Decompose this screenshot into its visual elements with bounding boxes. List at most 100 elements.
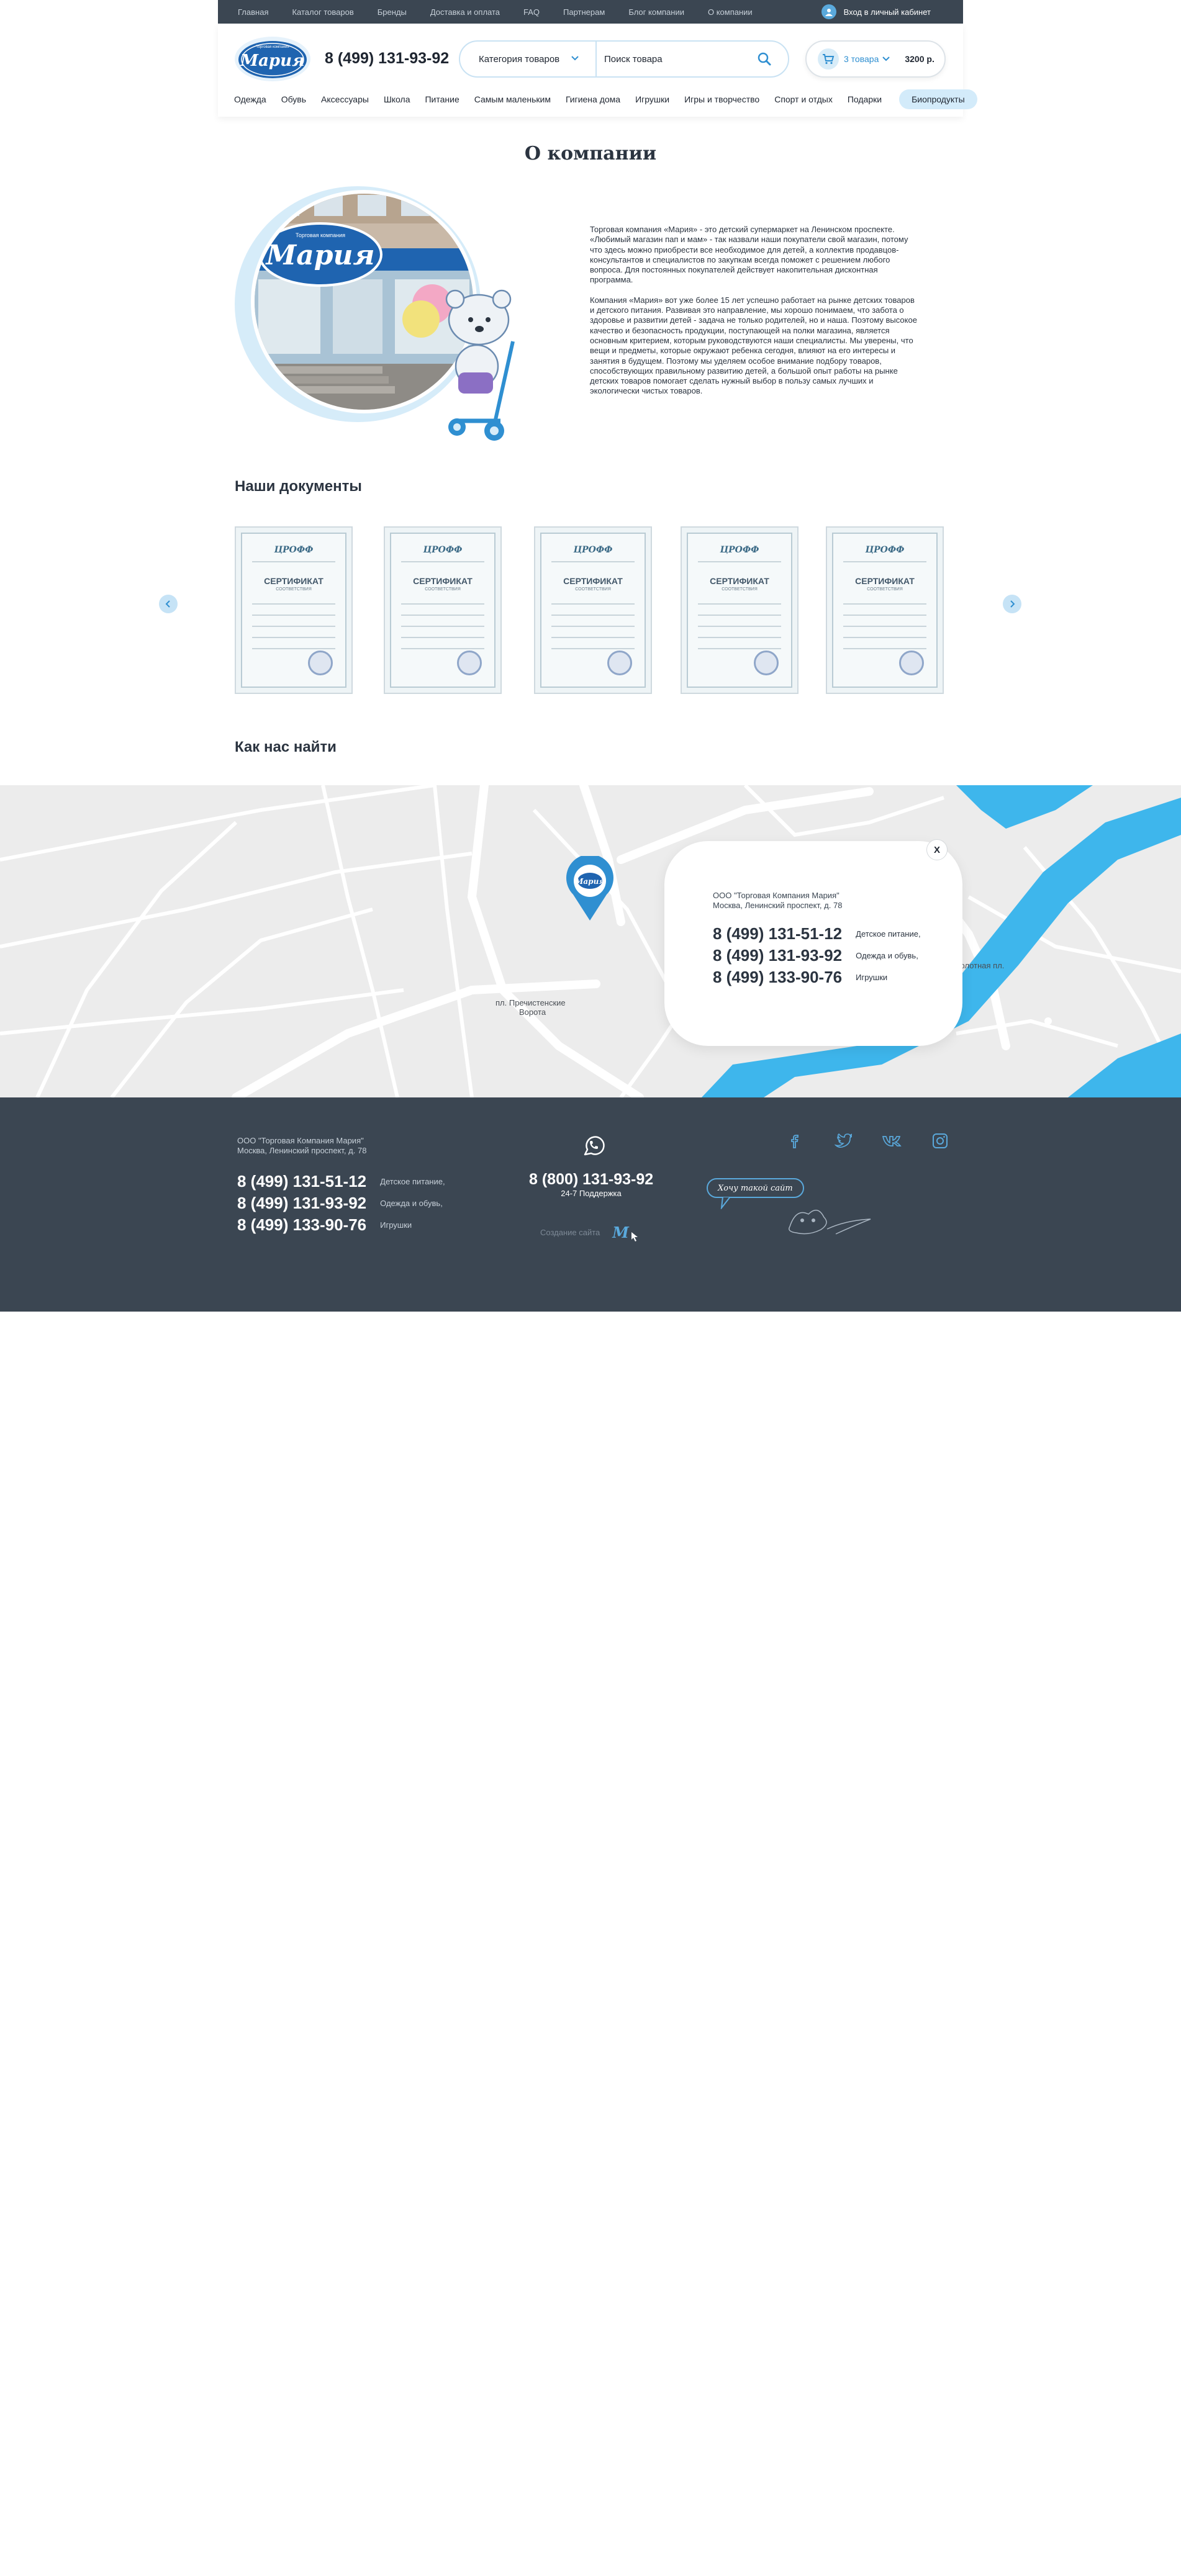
category-hygiene[interactable]: Гигиена дома bbox=[566, 94, 620, 104]
login-link[interactable]: Вход в личный кабинет bbox=[821, 0, 931, 24]
certificate-card[interactable]: ЦРОФФ СЕРТИФИКАТ СООТВЕТСТВИЯ bbox=[235, 526, 353, 694]
search-box: Категория товаров bbox=[459, 40, 789, 78]
twitter-icon[interactable] bbox=[832, 1130, 854, 1152]
certificate-title: СЕРТИФИКАТ bbox=[413, 576, 473, 586]
map-marker-icon[interactable]: Мария bbox=[564, 856, 615, 922]
card-company-name: ООО "Торговая Компания Мария" bbox=[713, 891, 839, 900]
chevron-down-icon bbox=[571, 56, 579, 61]
certificate-card[interactable]: ЦРОФФ СЕРТИФИКАТ СООТВЕТСТВИЯ bbox=[826, 526, 944, 694]
want-site-bubble[interactable]: Хочу такой сайт bbox=[707, 1178, 804, 1198]
category-babies[interactable]: Самым маленьким bbox=[474, 94, 551, 104]
card-phone-number[interactable]: 8 (499) 131-93-92 bbox=[713, 946, 842, 965]
cart-button[interactable]: 3 товара 3200 р. bbox=[805, 40, 946, 78]
find-us-title: Как нас найти bbox=[235, 739, 337, 755]
certificate-org: ЦРОФФ bbox=[573, 545, 613, 555]
category-sport[interactable]: Спорт и отдых bbox=[774, 94, 833, 104]
certificate-rule bbox=[698, 561, 781, 562]
support-phone-icon bbox=[584, 1136, 605, 1156]
svg-text:Мария: Мария bbox=[265, 240, 375, 271]
top-nav-partners[interactable]: Партнерам bbox=[563, 7, 605, 17]
close-card-button[interactable]: X bbox=[926, 839, 948, 860]
map[interactable]: Мария пл. Пречистенские Ворота Болотная … bbox=[0, 785, 1181, 1097]
certificate-rule bbox=[551, 637, 635, 638]
header-phone[interactable]: 8 (499) 131-93-92 bbox=[325, 50, 449, 68]
certificate-seal bbox=[754, 651, 779, 675]
certificate-rule bbox=[252, 603, 335, 605]
footer: ООО "Торговая Компания Мария" Москва, Ле… bbox=[0, 1097, 1181, 1312]
certificate-seal bbox=[308, 651, 333, 675]
category-gifts[interactable]: Подарки bbox=[848, 94, 882, 104]
footer-phone-number[interactable]: 8 (499) 131-51-12 bbox=[237, 1172, 366, 1191]
made-by[interactable]: Создание сайта M bbox=[540, 1222, 639, 1242]
category-shoes[interactable]: Обувь bbox=[281, 94, 306, 104]
footer-phone-number[interactable]: 8 (499) 131-93-92 bbox=[237, 1194, 366, 1213]
search-icon[interactable] bbox=[757, 52, 772, 66]
certificate-rule bbox=[698, 637, 781, 638]
documents-title: Наши документы bbox=[235, 478, 362, 495]
category-games[interactable]: Игры и творчество bbox=[684, 94, 759, 104]
instagram-icon[interactable] bbox=[929, 1130, 951, 1152]
certificate-rule bbox=[401, 648, 484, 649]
certificate-subtitle: СООТВЕТСТВИЯ bbox=[722, 587, 758, 592]
certificate-card[interactable]: ЦРОФФ СЕРТИФИКАТ СООТВЕТСТВИЯ bbox=[681, 526, 799, 694]
slider-prev-button[interactable] bbox=[159, 595, 178, 613]
certificate-rule bbox=[252, 615, 335, 616]
certificate-seal bbox=[607, 651, 632, 675]
support-phone[interactable]: 8 (800) 131-93-92 bbox=[529, 1171, 653, 1189]
category-clothes[interactable]: Одежда bbox=[234, 94, 266, 104]
card-phone-desc: Одежда и обувь, bbox=[856, 951, 918, 960]
certificate-seal bbox=[457, 651, 482, 675]
footer-phone-row: 8 (499) 133-90-76 Игрушки bbox=[237, 1215, 445, 1235]
footer-phone-row: 8 (499) 131-51-12 Детское питание, bbox=[237, 1172, 445, 1191]
top-nav-brands[interactable]: Бренды bbox=[378, 7, 407, 17]
vk-icon[interactable] bbox=[880, 1130, 903, 1152]
about-paragraph: Компания «Мария» вот уже более 15 лет ус… bbox=[590, 295, 917, 396]
footer-phone-number[interactable]: 8 (499) 133-90-76 bbox=[237, 1215, 366, 1235]
category-food[interactable]: Питание bbox=[425, 94, 459, 104]
cursor-icon bbox=[631, 1232, 638, 1241]
card-phone-desc: Игрушки bbox=[856, 973, 888, 982]
certificate-card[interactable]: ЦРОФФ СЕРТИФИКАТ СООТВЕТСТВИЯ bbox=[534, 526, 652, 694]
category-select[interactable]: Категория товаров bbox=[460, 42, 597, 76]
top-nav-home[interactable]: Главная bbox=[238, 7, 268, 17]
footer-contacts: ООО "Торговая Компания Мария" Москва, Ле… bbox=[237, 1136, 445, 1235]
facebook-icon[interactable] bbox=[784, 1130, 806, 1152]
address-card: ООО "Торговая Компания Мария" Москва, Ле… bbox=[664, 841, 962, 1046]
page-title: О компании bbox=[524, 143, 657, 164]
certificate-org: ЦРОФФ bbox=[423, 545, 463, 555]
certificate-rule bbox=[843, 637, 926, 638]
card-phone-number[interactable]: 8 (499) 133-90-76 bbox=[713, 968, 842, 987]
card-address: Москва, Ленинский проспект, д. 78 bbox=[713, 901, 843, 910]
category-accessories[interactable]: Аксессуары bbox=[321, 94, 369, 104]
top-nav-blog[interactable]: Блог компании bbox=[628, 7, 684, 17]
certificate-rule bbox=[252, 648, 335, 649]
top-nav-faq[interactable]: FAQ bbox=[523, 7, 540, 17]
category-select-label: Категория товаров bbox=[479, 53, 560, 65]
certificate-card[interactable]: ЦРОФФ СЕРТИФИКАТ СООТВЕТСТВИЯ bbox=[384, 526, 502, 694]
certificate-frame: ЦРОФФ СЕРТИФИКАТ СООТВЕТСТВИЯ bbox=[832, 533, 938, 688]
top-nav-catalog[interactable]: Каталог товаров bbox=[292, 7, 353, 17]
footer-phone-desc: Одежда и обувь, bbox=[380, 1199, 443, 1208]
slider-next-button[interactable] bbox=[1003, 595, 1021, 613]
top-nav-delivery[interactable]: Доставка и оплата bbox=[430, 7, 500, 17]
category-toys[interactable]: Игрушки bbox=[635, 94, 669, 104]
category-bio[interactable]: Биопродукты bbox=[899, 89, 977, 109]
category-nav: Одежда Обувь Аксессуары Школа Питание Са… bbox=[234, 89, 977, 109]
about-text: Торговая компания «Мария» - это детский … bbox=[590, 225, 919, 407]
top-nav-about[interactable]: О компании bbox=[708, 7, 753, 17]
svg-text:Торговая компания: Торговая компания bbox=[296, 232, 345, 238]
card-phone-number[interactable]: 8 (499) 131-51-12 bbox=[713, 924, 842, 943]
certificate-rule bbox=[843, 561, 926, 562]
top-bar: Главная Каталог товаров Бренды Доставка … bbox=[218, 0, 963, 24]
certificate-rule bbox=[551, 561, 635, 562]
search-input[interactable] bbox=[604, 48, 753, 70]
certificate-frame: ЦРОФФ СЕРТИФИКАТ СООТВЕТСТВИЯ bbox=[687, 533, 792, 688]
footer-phone-row: 8 (499) 131-93-92 Одежда и обувь, bbox=[237, 1194, 445, 1213]
category-school[interactable]: Школа bbox=[384, 94, 410, 104]
certificate-rule bbox=[252, 561, 335, 562]
certificate-rule bbox=[698, 648, 781, 649]
logo[interactable]: Торговая компания Мария bbox=[234, 36, 311, 82]
svg-text:Мария: Мария bbox=[574, 877, 605, 886]
top-nav: Главная Каталог товаров Бренды Доставка … bbox=[238, 0, 776, 24]
bear-sketch-icon bbox=[789, 1209, 871, 1235]
